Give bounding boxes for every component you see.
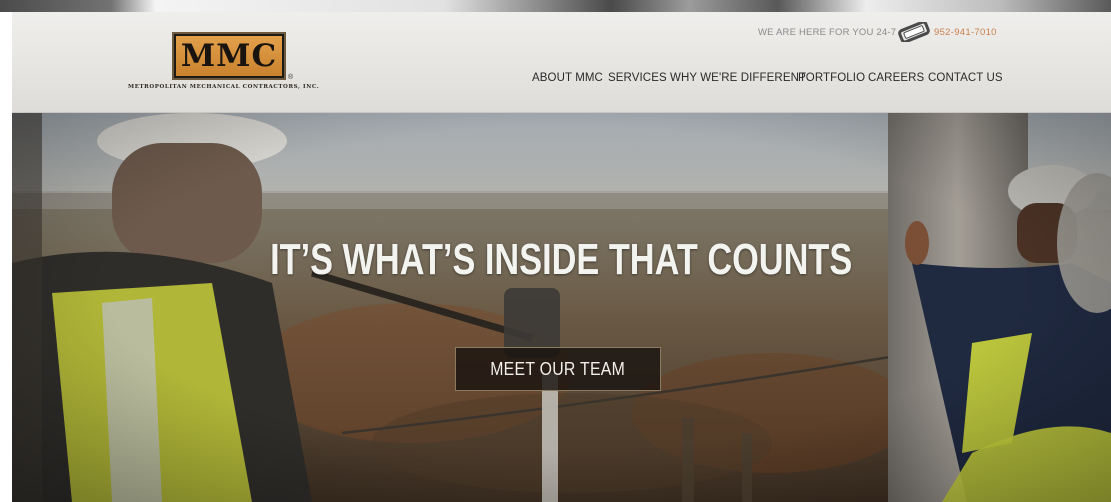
page: MMC ® Metropolitan Mechanical Contractor… [0,0,1111,502]
registered-mark: ® [288,74,294,81]
nav-careers[interactable]: CAREERS [868,72,924,84]
phone-icon [898,22,930,42]
nav-contact-us[interactable]: CONTACT US [928,72,1003,84]
hero-banner: IT’S WHAT’S INSIDE THAT COUNTS MEET OUR … [12,113,1111,502]
hero-headline: IT’S WHAT’S INSIDE THAT COUNTS [270,235,853,284]
phone-number-link[interactable]: 952-941-7010 [934,27,997,38]
company-name: Metropolitan Mechanical Contractors, Inc… [128,84,320,90]
support-tagline: WE ARE HERE FOR YOU 24-7 [758,27,897,38]
logo-text: MMC [180,38,278,74]
nav-why-were-different[interactable]: WHY WE'RE DIFFERENT [670,72,806,84]
cta-label: MEET OUR TEAM [490,358,626,379]
mmc-logo[interactable]: MMC [172,32,286,80]
nav-services[interactable]: SERVICES [608,72,667,84]
nav-about-mmc[interactable]: ABOUT MMC [532,72,603,84]
site-header: MMC ® Metropolitan Mechanical Contractor… [12,12,1111,113]
top-crop-strip [0,0,1111,12]
hero-photo [12,113,1111,502]
nav-portfolio[interactable]: PORTFOLIO [798,72,865,84]
logo-plate: MMC [176,36,282,76]
meet-our-team-button[interactable]: MEET OUR TEAM [455,347,661,391]
left-margin [0,12,12,502]
